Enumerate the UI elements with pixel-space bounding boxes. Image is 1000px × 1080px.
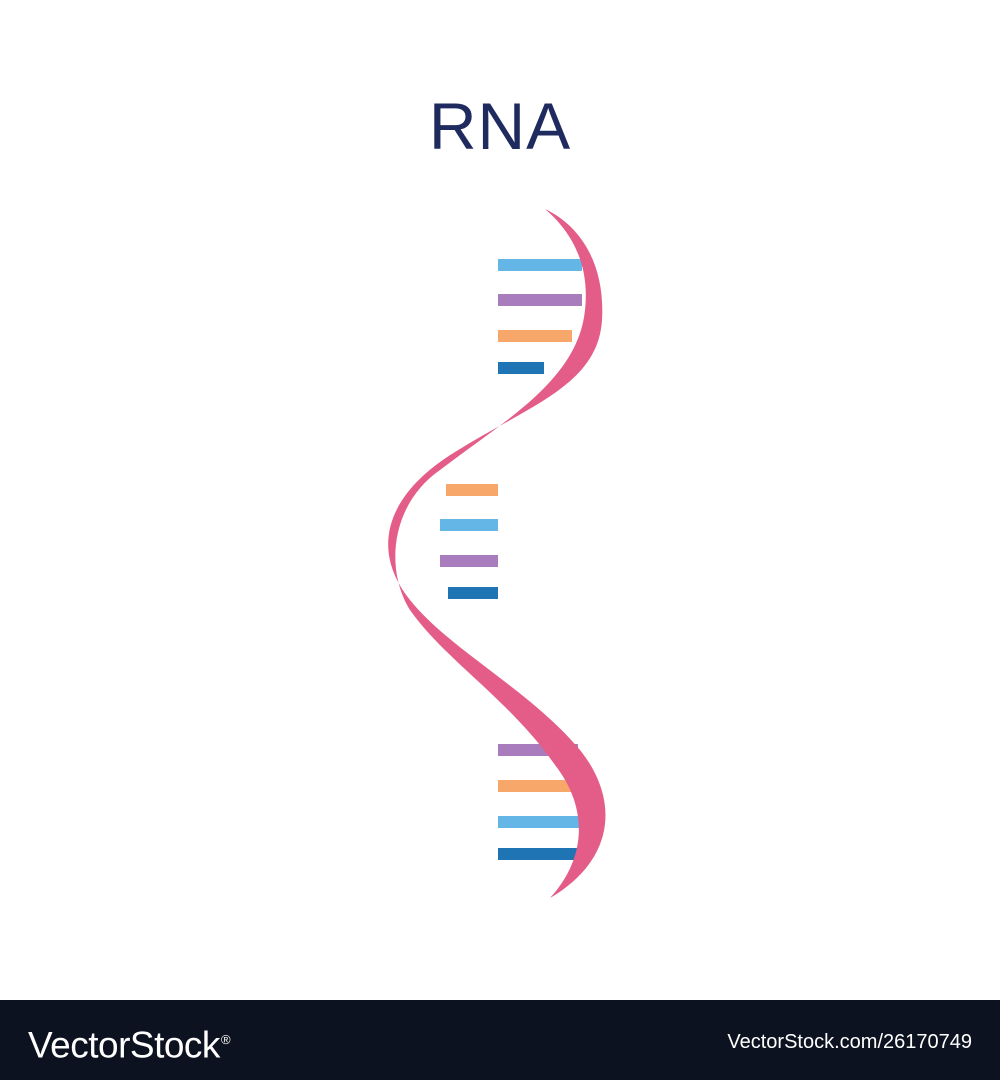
- rna-helix-diagram: [388, 209, 606, 898]
- image-id: VectorStock.com/26170749: [727, 1031, 972, 1053]
- base-dark-blue: [498, 362, 544, 374]
- base-purple: [498, 294, 582, 306]
- rna-strand: [388, 209, 606, 898]
- brand-name: VectorStock: [28, 1024, 220, 1066]
- base-light-blue: [498, 259, 582, 271]
- base-light-blue: [498, 816, 590, 828]
- base-dark-blue: [448, 587, 498, 599]
- brand-registered-mark: ®: [220, 1032, 231, 1047]
- base-purple: [440, 555, 498, 567]
- rna-illustration: RNA VectorStock® VectorStock.com/2617074…: [0, 0, 1000, 1080]
- brand-logo: VectorStock®: [28, 1018, 231, 1067]
- base-orange: [446, 484, 498, 496]
- base-light-blue: [440, 519, 498, 531]
- footer-bar: VectorStock® VectorStock.com/26170749: [0, 1000, 1000, 1080]
- base-orange: [498, 330, 572, 342]
- base-group-middle: [440, 484, 498, 599]
- base-dark-blue: [498, 848, 586, 860]
